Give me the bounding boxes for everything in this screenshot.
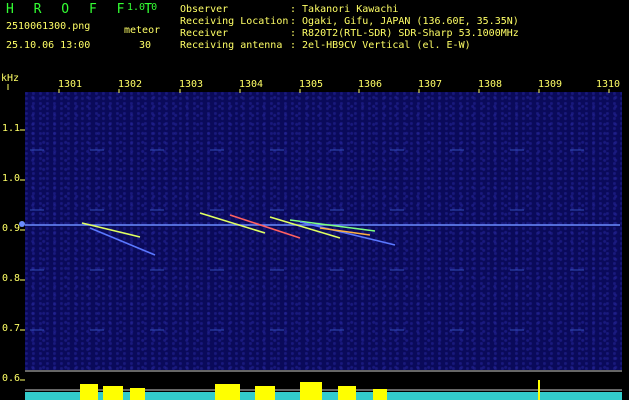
spectrogram-overlay <box>7 84 622 400</box>
time-ticks <box>58 89 610 93</box>
edge-echo <box>19 221 25 227</box>
meteor-traces <box>81 212 396 256</box>
freq-ticks <box>20 129 25 381</box>
